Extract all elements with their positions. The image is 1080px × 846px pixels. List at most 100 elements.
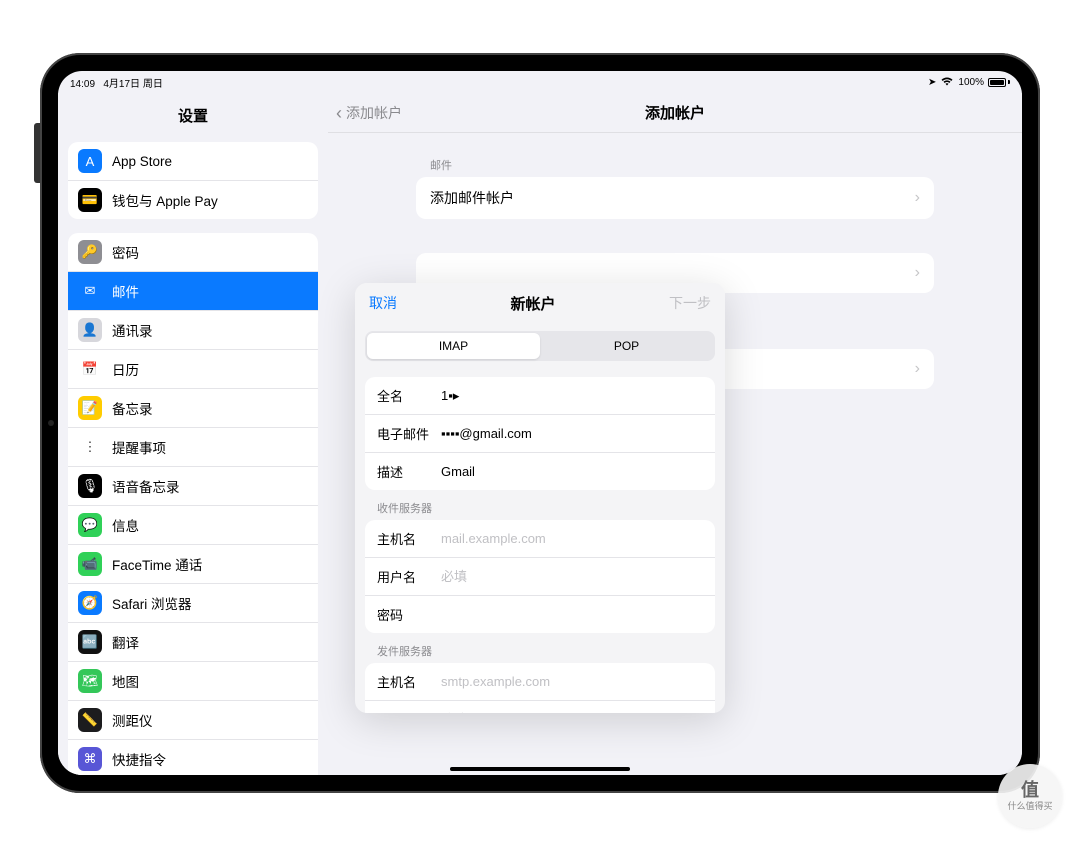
app-icon: 🎙 [78, 474, 102, 498]
sidebar-item[interactable]: 🗺 地图 [68, 661, 318, 700]
sidebar-item-label: 通讯录 [112, 320, 153, 340]
sidebar-item[interactable]: 🎙 语音备忘录 [68, 466, 318, 505]
sidebar-item[interactable]: AApp Store [68, 142, 318, 180]
protocol-segmented: IMAP POP [365, 331, 715, 361]
sidebar-item[interactable]: 🔤 翻译 [68, 622, 318, 661]
outgoing-user-input[interactable] [441, 712, 703, 713]
battery-icon [988, 78, 1010, 87]
incoming-host-input[interactable] [441, 531, 703, 546]
chevron-left-icon: ‹ [336, 104, 342, 122]
incoming-user-row[interactable]: 用户名 [365, 557, 715, 595]
incoming-group: 主机名 用户名 密码 [365, 520, 715, 633]
sidebar-item[interactable]: ⋮提醒事项 [68, 427, 318, 466]
sidebar-item-label: 语音备忘录 [112, 476, 180, 496]
sidebar-item-label: 钱包与 Apple Pay [112, 190, 218, 210]
fullname-row[interactable]: 全名 [365, 377, 715, 414]
incoming-pass-row[interactable]: 密码 [365, 595, 715, 633]
back-button[interactable]: ‹ 添加帐户 [336, 93, 402, 132]
app-icon: 💳 [78, 188, 102, 212]
sidebar-title: 设置 [58, 93, 328, 136]
segment-pop[interactable]: POP [540, 333, 713, 359]
sidebar-item[interactable]: ⌘快捷指令 [68, 739, 318, 775]
fullname-label: 全名 [377, 386, 441, 405]
chevron-right-icon: › [915, 264, 920, 282]
wifi-icon [940, 76, 954, 89]
chevron-right-icon: › [915, 360, 920, 378]
sidebar-item-label: 信息 [112, 515, 139, 535]
app-icon: 🔤 [78, 630, 102, 654]
outgoing-host-input[interactable] [441, 674, 703, 689]
location-icon: ➤ [928, 77, 936, 88]
sidebar-group-apps: 🔑 密码 ✉ 邮件 👤 通讯录 📅 日历 📝 备忘录 ⋮提醒事项 🎙 语音备忘录 💬 信息 📹 FaceTime… [68, 233, 318, 775]
incoming-host-row[interactable]: 主机名 [365, 520, 715, 557]
sidebar-item-label: 测距仪 [112, 710, 153, 730]
settings-sidebar: 设置 AApp Store 💳 钱包与 Apple Pay 🔑 密码 ✉ 邮件 👤 通讯录 📅 日… [58, 93, 328, 775]
sidebar-item-label: 提醒事项 [112, 437, 166, 457]
add-mail-account-label: 添加邮件帐户 [430, 188, 514, 208]
sidebar-item-label: 邮件 [112, 281, 139, 301]
sheet-title: 新帐户 [510, 293, 555, 314]
sidebar-item-label: 翻译 [112, 632, 139, 652]
back-label: 添加帐户 [346, 103, 402, 123]
sidebar-item[interactable]: 💳 钱包与 Apple Pay [68, 180, 318, 219]
outgoing-user-row[interactable]: 用户名 [365, 700, 715, 713]
segment-imap[interactable]: IMAP [367, 333, 540, 359]
status-time: 14:09 [70, 79, 95, 90]
sidebar-item[interactable]: 📝 备忘录 [68, 388, 318, 427]
app-icon: 💬 [78, 513, 102, 537]
watermark-text: 什么值得买 [1007, 801, 1052, 812]
sidebar-item-label: 备忘录 [112, 398, 153, 418]
email-row[interactable]: 电子邮件 [365, 414, 715, 452]
desc-row[interactable]: 描述 [365, 452, 715, 490]
cancel-button[interactable]: 取消 [369, 293, 397, 313]
new-account-sheet: 取消 新帐户 下一步 IMAP POP 全名 电子邮件 [355, 283, 725, 713]
screen: 14:09 4月17日 周日 ➤ 100% 设置 AApp Store [58, 71, 1022, 775]
sidebar-item[interactable]: 📹 FaceTime 通话 [68, 544, 318, 583]
mail-section-label: 邮件 [430, 157, 934, 173]
app-icon: ✉ [78, 279, 102, 303]
next-button[interactable]: 下一步 [669, 293, 711, 313]
sidebar-item[interactable]: 📅 日历 [68, 349, 318, 388]
outgoing-user-label: 用户名 [377, 710, 441, 713]
incoming-header: 收件服务器 [377, 500, 715, 516]
add-mail-account-cell[interactable]: 添加邮件帐户 › [416, 177, 934, 219]
app-icon: 📹 [78, 552, 102, 576]
desc-input[interactable] [441, 464, 703, 479]
sidebar-item[interactable]: ✉ 邮件 [68, 271, 318, 310]
watermark: 值 什么值得买 [998, 764, 1062, 828]
app-icon: 🗺 [78, 669, 102, 693]
app-icon: 🧭 [78, 591, 102, 615]
email-input[interactable] [441, 426, 703, 441]
outgoing-header: 发件服务器 [377, 643, 715, 659]
watermark-glyph: 值 [1021, 780, 1039, 802]
sidebar-item[interactable]: 🧭 Safari 浏览器 [68, 583, 318, 622]
outgoing-host-row[interactable]: 主机名 [365, 663, 715, 700]
sidebar-item-label: 密码 [112, 242, 139, 262]
sidebar-item-label: Safari 浏览器 [112, 593, 192, 613]
sidebar-item-label: 快捷指令 [112, 749, 166, 769]
home-indicator [450, 767, 630, 771]
incoming-pass-input[interactable] [441, 607, 703, 622]
outgoing-host-label: 主机名 [377, 672, 441, 691]
sidebar-item-label: 地图 [112, 671, 139, 691]
outgoing-group: 主机名 用户名 [365, 663, 715, 713]
sidebar-item-label: 日历 [112, 359, 139, 379]
sidebar-item-label: FaceTime 通话 [112, 554, 202, 574]
app-icon: 👤 [78, 318, 102, 342]
app-icon: 📅 [78, 357, 102, 381]
status-bar: 14:09 4月17日 周日 ➤ 100% [58, 71, 1022, 93]
chevron-right-icon: › [915, 189, 920, 207]
incoming-user-label: 用户名 [377, 567, 441, 586]
sidebar-item[interactable]: 💬 信息 [68, 505, 318, 544]
status-right: ➤ 100% [928, 76, 1010, 89]
fullname-input[interactable] [441, 388, 703, 403]
app-icon: 📝 [78, 396, 102, 420]
app-icon: 🔑 [78, 240, 102, 264]
basic-info-group: 全名 电子邮件 描述 [365, 377, 715, 490]
sidebar-item[interactable]: 👤 通讯录 [68, 310, 318, 349]
sidebar-group-store: AApp Store 💳 钱包与 Apple Pay [68, 142, 318, 219]
desc-label: 描述 [377, 462, 441, 481]
incoming-user-input[interactable] [441, 569, 703, 584]
sidebar-item[interactable]: 📏测距仪 [68, 700, 318, 739]
sidebar-item[interactable]: 🔑 密码 [68, 233, 318, 271]
